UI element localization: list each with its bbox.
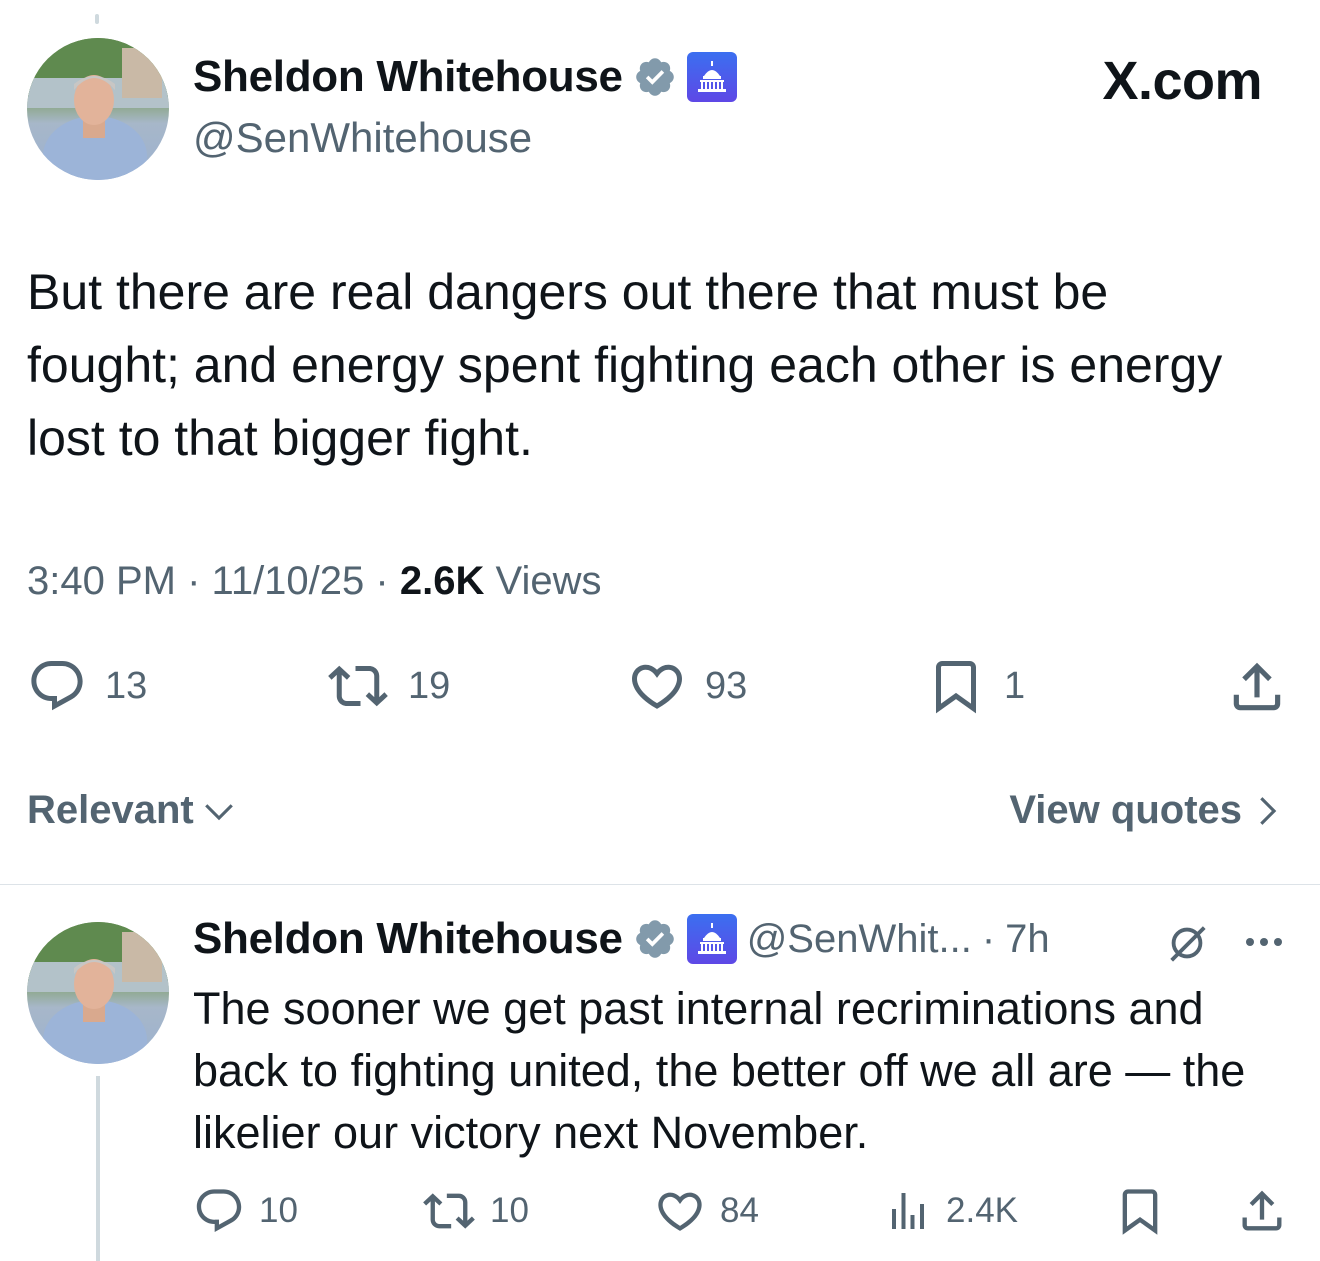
repost-count: 19 xyxy=(408,664,451,707)
repost-button[interactable]: 19 xyxy=(326,656,450,716)
reply-time[interactable]: 7h xyxy=(1005,917,1050,962)
reply-count: 10 xyxy=(259,1191,298,1230)
relevant-dropdown[interactable]: Relevant xyxy=(27,788,236,833)
meta-separator: · xyxy=(375,559,389,603)
capitol-icon xyxy=(686,914,737,964)
like-button[interactable]: 93 xyxy=(627,656,747,716)
like-count: 93 xyxy=(705,664,748,707)
views-count: 2.4K xyxy=(946,1191,1018,1230)
more-icon[interactable] xyxy=(1238,924,1290,965)
repost-icon xyxy=(326,656,390,716)
share-button[interactable] xyxy=(1226,656,1288,723)
avatar[interactable] xyxy=(27,38,169,180)
divider xyxy=(0,884,1320,885)
views-count: 2.6K xyxy=(399,559,485,603)
views-label: Views xyxy=(495,559,602,603)
repost-button[interactable]: 10 xyxy=(422,1185,529,1237)
reply-button[interactable]: 10 xyxy=(193,1185,298,1237)
tweet-text: But there are real dangers out there tha… xyxy=(27,264,1223,466)
heart-icon xyxy=(654,1185,706,1237)
reply-icon xyxy=(193,1185,245,1237)
chevron-down-icon xyxy=(202,794,236,828)
meta-separator: · xyxy=(981,916,996,961)
avatar[interactable] xyxy=(27,922,169,1064)
thread-line xyxy=(96,1076,100,1261)
bookmark-button[interactable] xyxy=(1114,1185,1166,1242)
chevron-right-icon xyxy=(1250,794,1284,828)
repost-icon xyxy=(422,1185,476,1237)
reply-button[interactable]: 13 xyxy=(27,656,147,716)
bookmark-icon xyxy=(1114,1185,1166,1237)
view-quotes-link[interactable]: View quotes xyxy=(1009,788,1284,833)
share-icon xyxy=(1236,1185,1288,1237)
tweet-meta: 3:40 PM · 11/10/25 · 2.6K Views xyxy=(27,559,601,604)
bookmark-count: 1 xyxy=(1004,664,1026,707)
top-scroll-indicator xyxy=(95,14,99,24)
verified-badge-icon xyxy=(633,55,677,99)
meta-separator: · xyxy=(187,559,201,603)
reply-icon xyxy=(27,656,87,716)
like-button[interactable]: 84 xyxy=(654,1185,759,1237)
capitol-icon xyxy=(686,52,737,102)
analytics-icon xyxy=(884,1185,932,1237)
heart-icon xyxy=(627,656,687,716)
bookmark-button[interactable]: 1 xyxy=(926,656,1025,716)
author-name[interactable]: Sheldon Whitehouse xyxy=(193,52,623,102)
reply-author-handle[interactable]: @SenWhit... xyxy=(747,917,972,962)
author-handle[interactable]: @SenWhitehouse xyxy=(193,114,532,162)
like-count: 84 xyxy=(720,1191,759,1230)
views-button[interactable]: 2.4K xyxy=(884,1185,1018,1237)
share-button[interactable] xyxy=(1236,1185,1288,1242)
reply-author-name[interactable]: Sheldon Whitehouse xyxy=(193,914,623,964)
verified-badge-icon xyxy=(633,917,677,961)
share-icon xyxy=(1226,656,1288,718)
grok-icon[interactable] xyxy=(1164,920,1210,971)
reply-count: 13 xyxy=(105,664,148,707)
site-label: X.com xyxy=(1102,51,1262,111)
tweet-date[interactable]: 11/10/25 xyxy=(212,559,365,603)
bookmark-icon xyxy=(926,656,986,716)
reply-text: The sooner we get past internal recrimin… xyxy=(193,983,1246,1158)
relevant-label: Relevant xyxy=(27,788,194,832)
tweet-time[interactable]: 3:40 PM xyxy=(27,559,176,603)
repost-count: 10 xyxy=(490,1191,529,1230)
view-quotes-label: View quotes xyxy=(1009,788,1242,832)
